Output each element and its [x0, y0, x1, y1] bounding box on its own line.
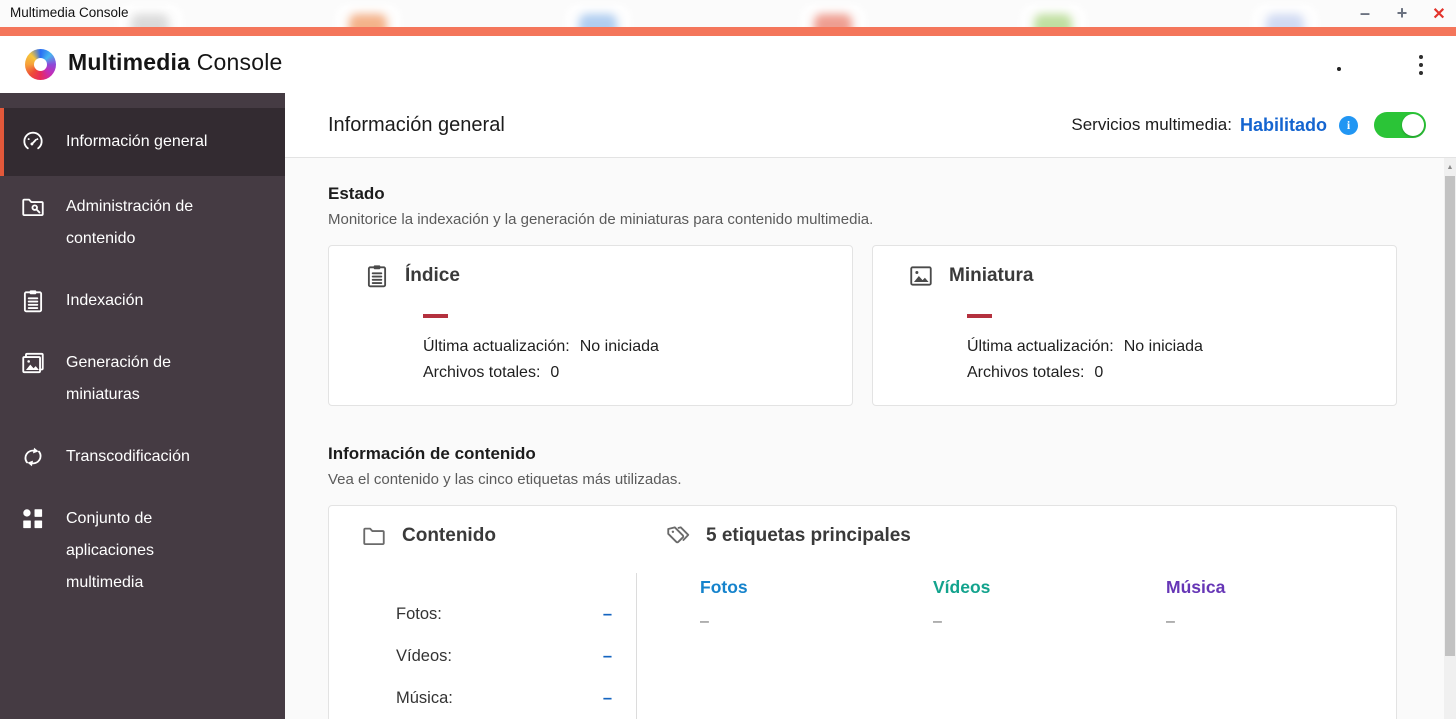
content-area: Estado Monitorice la indexación y la gen… — [285, 158, 1456, 719]
sidebar-item-label: Administración de contenido — [66, 198, 194, 247]
thumbnail-status-card: Miniatura Última actualización: No inicia… — [872, 245, 1397, 406]
services-toggle[interactable] — [1374, 112, 1426, 138]
sidebar: Información general Administración de co… — [0, 93, 285, 719]
total-files-value: 0 — [550, 364, 560, 381]
page-header: Información general Servicios multimedia… — [285, 93, 1456, 158]
top-tags-pane: 5 etiquetas principales Fotos – Vídeos –… — [637, 506, 1396, 719]
status-dash — [423, 314, 448, 318]
header-dot-icon — [1337, 67, 1341, 71]
tag-name: Música — [1166, 577, 1226, 597]
sidebar-item-informacion-general[interactable]: Información general — [0, 108, 285, 176]
services-status: Habilitado — [1239, 114, 1327, 135]
content-row-musica: Música: – — [396, 687, 612, 710]
tag-value: – — [700, 613, 709, 630]
content-row-fotos: Fotos: – — [396, 603, 612, 626]
minimize-button[interactable]: – — [1354, 3, 1376, 25]
app-header: Multimedia Console — [0, 36, 1456, 93]
transcode-icon — [20, 444, 46, 470]
card-title: Índice — [405, 265, 460, 286]
multimedia-console-logo-icon — [25, 49, 56, 80]
toggle-knob — [1402, 114, 1424, 136]
section-title-informacion-de-contenido: Información de contenido — [328, 444, 536, 463]
gauge-icon — [20, 129, 46, 155]
sidebar-item-label: Información general — [66, 133, 208, 150]
content-info-card: Contenido Fotos: – Vídeos: – Música: – 5… — [328, 505, 1397, 719]
tags-icon — [665, 523, 691, 549]
services-label: Servicios multimedia: — [1071, 115, 1232, 134]
last-update-row: Última actualización: No iniciada — [967, 338, 1203, 355]
content-value: – — [602, 689, 612, 707]
card-title: Miniatura — [949, 265, 1034, 286]
content-value: – — [602, 647, 612, 665]
sidebar-item-label: Generación de miniaturas — [66, 354, 171, 403]
tag-column-fotos: Fotos – — [700, 577, 933, 631]
tag-name: Vídeos — [933, 577, 991, 597]
section-subtitle-estado: Monitorice la indexación y la generación… — [328, 211, 874, 228]
window-controls: – + ✕ — [1354, 0, 1450, 27]
more-options-button[interactable] — [1410, 48, 1432, 82]
background-app-icon — [565, 4, 631, 27]
index-status-card: Índice Última actualización: No iniciada … — [328, 245, 853, 406]
total-files-row: Archivos totales: 0 — [423, 364, 560, 381]
scrollbar-thumb[interactable] — [1445, 176, 1455, 656]
total-files-row: Archivos totales: 0 — [967, 364, 1104, 381]
tag-name: Fotos — [700, 577, 748, 597]
sidebar-item-transcodificacion[interactable]: Transcodificación — [0, 426, 285, 488]
folder-icon — [361, 523, 387, 549]
accent-stripe — [0, 27, 1456, 36]
sidebar-item-indexacion[interactable]: Indexación — [0, 270, 285, 332]
card-title: 5 etiquetas principales — [706, 525, 911, 546]
page-title: Información general — [328, 113, 505, 136]
tag-value: – — [1166, 613, 1175, 630]
os-titlebar: Multimedia Console – + ✕ — [0, 0, 1456, 27]
app-title: Multimedia Console — [68, 49, 283, 75]
sidebar-item-administracion-de-contenido[interactable]: Administración de contenido — [0, 176, 285, 270]
sidebar-item-conjunto-de-aplicaciones-multimedia[interactable]: Conjunto de aplicaciones multimedia — [0, 488, 285, 614]
tag-value: – — [933, 613, 942, 630]
section-title-estado: Estado — [328, 184, 385, 203]
total-files-value: 0 — [1094, 364, 1104, 381]
thumbnails-icon — [20, 350, 46, 376]
last-update-value: No iniciada — [579, 338, 659, 355]
sidebar-item-label: Conjunto de aplicaciones multimedia — [66, 510, 155, 591]
background-app-icon — [1020, 4, 1086, 27]
scrollbar[interactable]: ▲ — [1444, 158, 1456, 719]
background-app-icon — [335, 4, 401, 27]
folder-user-icon — [20, 194, 46, 220]
sidebar-item-label: Indexación — [66, 292, 144, 309]
content-pane: Contenido Fotos: – Vídeos: – Música: – — [329, 506, 636, 719]
clipboard-icon — [364, 263, 390, 289]
close-button[interactable]: ✕ — [1428, 3, 1450, 25]
image-icon — [908, 263, 934, 289]
info-icon[interactable]: i — [1339, 115, 1358, 135]
section-subtitle-contenido: Vea el contenido y las cinco etiquetas m… — [328, 471, 682, 488]
tag-column-videos: Vídeos – — [933, 577, 1166, 631]
status-cards-row: Índice Última actualización: No iniciada … — [328, 245, 1397, 406]
card-title: Contenido — [402, 525, 496, 546]
last-update-row: Última actualización: No iniciada — [423, 338, 659, 355]
sidebar-item-label: Transcodificación — [66, 448, 190, 465]
main-panel: Información general Servicios multimedia… — [285, 93, 1456, 719]
status-dash — [967, 314, 992, 318]
apps-grid-icon — [20, 506, 46, 532]
background-app-icon — [1252, 4, 1318, 27]
sidebar-item-generacion-de-miniaturas[interactable]: Generación de miniaturas — [0, 332, 285, 426]
last-update-value: No iniciada — [1123, 338, 1203, 355]
maximize-button[interactable]: + — [1391, 3, 1413, 25]
clipboard-icon — [20, 288, 46, 314]
scroll-up-arrow-icon[interactable]: ▲ — [1444, 162, 1456, 172]
tag-column-musica: Música – — [1166, 577, 1399, 631]
background-app-icon — [800, 4, 866, 27]
content-value: – — [602, 605, 612, 623]
window-title: Multimedia Console — [10, 5, 129, 20]
content-row-videos: Vídeos: – — [396, 645, 612, 668]
